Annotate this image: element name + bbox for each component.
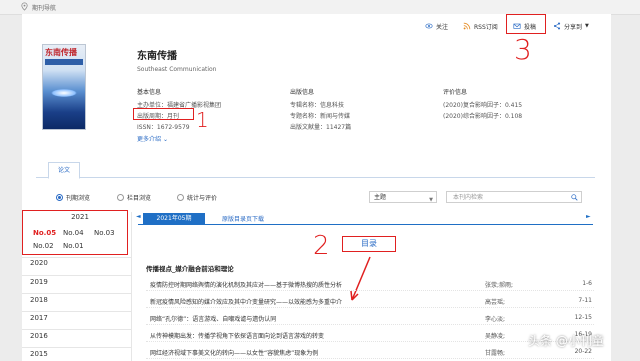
divider <box>22 329 132 330</box>
top-bar: 期刊导航 <box>0 0 640 15</box>
share-icon <box>553 22 561 30</box>
search-placeholder: 本刊内检索 <box>453 194 484 201</box>
journal-cover: 东南传播 <box>42 44 86 130</box>
year-2015[interactable]: 2015 <box>30 350 48 358</box>
journal-subtitle: Southeast Communication <box>137 66 217 73</box>
year-2016[interactable]: 2016 <box>30 332 48 340</box>
topic-info: 专题名称：新闻与传媒 <box>290 113 351 120</box>
article-title[interactable]: 从传神模期出发：传播学视角下依探语言面向论到语言游戏的转变 <box>150 331 324 340</box>
article-row[interactable]: 新冠疫情风险感知的媒介效应及其中介变量研究——以效能感为多重中介 高芸瑶; 7-… <box>146 295 594 308</box>
subject-info: 专辑名称：信息科技 <box>290 102 345 109</box>
annotation-box-submit <box>506 14 546 34</box>
annotation-number-2: 2 <box>313 231 330 261</box>
count-info: 出版文献量：11427篇 <box>290 124 352 131</box>
year-2019[interactable]: 2019 <box>30 278 48 286</box>
article-title[interactable]: 新冠疫情风险感知的媒介效应及其中介变量研究——以效能感为多重中介 <box>150 297 342 306</box>
issue-no02[interactable]: No.02 <box>33 242 54 250</box>
more-intro-link[interactable]: 更多介绍 ⌄ <box>137 134 168 143</box>
issue-tab-2021-05[interactable]: 2021年05期 <box>143 213 205 224</box>
issue-no04[interactable]: No.04 <box>63 229 84 237</box>
prev-issue-arrow-icon[interactable]: ◄ <box>136 213 141 220</box>
toc-label-box: 目录 <box>342 236 396 252</box>
search-field-select[interactable]: 主题 ▼ <box>369 191 437 203</box>
tab-underline <box>36 177 595 178</box>
browse-by-column-label: 栏目浏览 <box>127 195 152 202</box>
share-button[interactable]: 分享到 ▼ <box>553 20 589 32</box>
article-pages: 12-15 <box>574 314 592 321</box>
issn-info: ISSN：1672-9579 <box>137 124 190 131</box>
follow-button[interactable]: 关注 <box>425 20 448 32</box>
eval-info-heading: 评价信息 <box>443 89 468 96</box>
year-2017[interactable]: 2017 <box>30 314 48 322</box>
more-intro-label: 更多介绍 <box>137 136 162 143</box>
article-title[interactable]: 网络“孔尔德”：语言游戏、自嘲戏谑与遗伪认同 <box>150 314 276 323</box>
breadcrumb[interactable]: 期刊导航 <box>32 3 56 12</box>
next-issue-arrow-icon[interactable]: ► <box>586 213 591 220</box>
rss-icon <box>463 22 471 30</box>
article-author[interactable]: 高芸瑶; <box>485 297 545 306</box>
browse-by-issue-label: 刊期浏览 <box>66 195 91 202</box>
year-2021-heading[interactable]: 2021 <box>32 213 128 221</box>
browse-by-stats-label: 统计与评价 <box>187 195 218 202</box>
divider <box>22 347 132 348</box>
annotation-number-3: 3 <box>514 33 532 66</box>
publish-info-heading: 出版信息 <box>290 89 315 96</box>
column-heading: 传播视点_媒介融合前沿和理论 <box>146 265 234 273</box>
article-row[interactable]: 从传神模期出发：传播学视角下依探语言面向论到语言游戏的转变 吴静凌; 16-19 <box>146 329 594 342</box>
divider <box>22 257 132 258</box>
browse-by-column[interactable]: 栏目浏览 <box>117 193 151 202</box>
article-pages: 1-6 <box>582 280 592 287</box>
article-pages: 7-11 <box>578 297 592 304</box>
journal-panel <box>22 14 611 361</box>
article-title[interactable]: 疫情防控时期网络舆情的演化机制及其应对——基于微博热搜的质性分析 <box>150 280 342 289</box>
issue-no05[interactable]: No.05 <box>33 229 56 237</box>
rss-label: RSS订阅 <box>474 23 498 31</box>
location-pin-icon <box>21 2 28 11</box>
eye-icon <box>425 23 433 29</box>
tab-papers[interactable]: 论文 <box>48 162 80 179</box>
divider <box>22 275 132 276</box>
follow-label: 关注 <box>436 23 449 31</box>
browse-by-issue[interactable]: 刊期浏览 <box>56 193 90 202</box>
article-row[interactable]: 网络“孔尔德”：语言游戏、自嘲戏谑与遗伪认同 李心淡; 12-15 <box>146 312 594 325</box>
watermark-text: 头条 @小刊童 <box>528 333 604 348</box>
article-author[interactable]: 李心淡; <box>485 314 545 323</box>
article-row[interactable]: 网红经济视域下事美文化的转向——以女性“容貌焦虑”现象为例 甘露畅; 20-22 <box>146 346 594 359</box>
article-row[interactable]: 疫情防控时期网络舆情的演化机制及其应对——基于微博热搜的质性分析 张荥;郝雨; … <box>146 278 594 291</box>
article-title[interactable]: 网红经济视域下事美文化的转向——以女性“容貌焦虑”现象为例 <box>150 348 318 357</box>
impact-factor-1: (2020)复合影响因子：0.415 <box>443 102 523 109</box>
share-label: 分享到 <box>564 23 583 31</box>
panel-separator <box>131 212 132 361</box>
impact-factor-2: (2020)综合影响因子：0.108 <box>443 113 523 120</box>
browse-by-stats[interactable]: 统计与评价 <box>177 193 217 202</box>
year-2018[interactable]: 2018 <box>30 296 48 304</box>
issue-no03[interactable]: No.03 <box>94 229 115 237</box>
search-input[interactable]: 本刊内检索 <box>446 191 582 203</box>
cover-glow <box>51 89 77 97</box>
radio-icon <box>177 194 184 201</box>
cover-title: 东南传播 <box>45 48 77 57</box>
year-2020[interactable]: 2020 <box>30 259 48 267</box>
search-field-value: 主题 <box>374 194 387 201</box>
issue-tab-underline <box>138 224 593 225</box>
divider <box>22 311 132 312</box>
rss-button[interactable]: RSS订阅 <box>463 20 498 32</box>
chevron-down-icon: ⌄ <box>162 136 168 143</box>
radio-icon <box>117 194 124 201</box>
cover-band <box>45 59 83 65</box>
divider <box>22 293 132 294</box>
search-icon[interactable] <box>571 194 578 201</box>
basic-info-heading: 基本信息 <box>137 89 162 96</box>
watermark: 头条 @小刊童 <box>528 329 604 351</box>
download-toc-link[interactable]: 原版目录页下载 <box>222 214 264 223</box>
article-author[interactable]: 张荥;郝雨; <box>485 280 545 289</box>
journal-title: 东南传播 <box>137 51 177 62</box>
annotation-number-1: 1 <box>196 108 209 132</box>
annotation-box-cycle <box>133 108 194 120</box>
chevron-down-icon: ▼ <box>429 197 433 203</box>
issue-no01[interactable]: No.01 <box>63 242 84 250</box>
radio-selected-icon <box>56 194 63 201</box>
chevron-down-icon: ▼ <box>585 23 589 29</box>
